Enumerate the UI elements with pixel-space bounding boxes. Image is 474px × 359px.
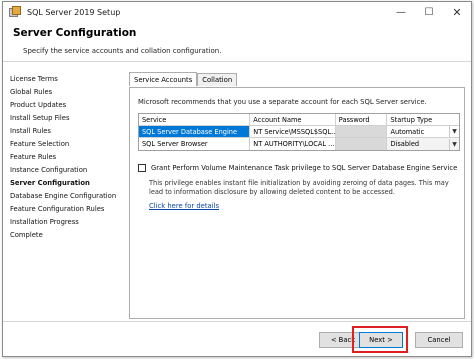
account-name-cell[interactable]: NT Service\MSSQL$SQL... <box>250 126 336 137</box>
service-accounts-grid: Service Account Name Password Startup Ty… <box>138 113 460 151</box>
nav-item-instance-configuration[interactable]: Instance Configuration <box>10 166 87 174</box>
close-button[interactable]: ✕ <box>443 2 471 22</box>
wizard-footer: < Back Next > Cancel <box>3 321 471 356</box>
setup-window: SQL Server 2019 Setup — ☐ ✕ Server Confi… <box>2 1 472 357</box>
nav-item-database-engine-configuration[interactable]: Database Engine Configuration <box>10 192 116 200</box>
nav-item-global-rules[interactable]: Global Rules <box>10 88 52 96</box>
column-header-password[interactable]: Password <box>335 114 388 125</box>
title-bar[interactable]: SQL Server 2019 Setup — ☐ ✕ <box>3 2 471 22</box>
grid-header-row: Service Account Name Password Startup Ty… <box>139 114 459 126</box>
page-title: Server Configuration <box>13 27 137 39</box>
minimize-button[interactable]: — <box>387 2 415 22</box>
maximize-button[interactable]: ☐ <box>415 2 443 22</box>
next-button[interactable]: Next > <box>359 332 403 348</box>
startup-type-value: Automatic <box>390 127 425 136</box>
column-header-account-name[interactable]: Account Name <box>250 114 336 125</box>
window-controls: — ☐ ✕ <box>387 2 471 22</box>
nav-item-product-updates[interactable]: Product Updates <box>10 101 66 109</box>
nav-item-complete[interactable]: Complete <box>10 231 43 239</box>
startup-type-dropdown[interactable]: Disabled ▼ <box>387 138 459 150</box>
details-link[interactable]: Click here for details <box>149 202 219 210</box>
startup-type-dropdown[interactable]: Automatic ▼ <box>387 126 459 137</box>
chevron-down-icon[interactable]: ▼ <box>449 126 459 137</box>
tab-collation[interactable]: Collation <box>197 73 238 86</box>
password-field[interactable] <box>335 138 388 150</box>
content-pane: Service Accounts Collation Microsoft rec… <box>125 63 469 321</box>
tab-strip: Service Accounts Collation <box>129 72 238 87</box>
nav-item-feature-configuration-rules[interactable]: Feature Configuration Rules <box>10 205 104 213</box>
tab-service-accounts[interactable]: Service Accounts <box>129 72 198 86</box>
grant-privilege-checkbox[interactable] <box>138 164 146 172</box>
service-name-cell[interactable]: SQL Server Database Engine <box>139 126 251 137</box>
service-name-cell[interactable]: SQL Server Browser <box>139 138 251 150</box>
nav-item-server-configuration[interactable]: Server Configuration <box>10 179 90 187</box>
table-row[interactable]: SQL Server Browser NT AUTHORITY\LOCAL ..… <box>139 138 459 150</box>
grant-privilege-label[interactable]: Grant Perform Volume Maintenance Task pr… <box>151 164 457 172</box>
nav-item-install-rules[interactable]: Install Rules <box>10 127 51 135</box>
service-accounts-panel: Microsoft recommends that you use a sepa… <box>129 87 465 319</box>
column-header-startup-type[interactable]: Startup Type <box>387 114 459 125</box>
page-header: Server Configuration Specify the service… <box>3 22 471 62</box>
privilege-description: This privilege enables instant file init… <box>149 179 449 196</box>
nav-item-install-setup-files[interactable]: Install Setup Files <box>10 114 69 122</box>
password-field[interactable] <box>335 126 388 137</box>
nav-item-feature-rules[interactable]: Feature Rules <box>10 153 56 161</box>
nav-item-license-terms[interactable]: License Terms <box>10 75 58 83</box>
recommendation-text: Microsoft recommends that you use a sepa… <box>138 98 427 106</box>
page-subtitle: Specify the service accounts and collati… <box>23 47 222 55</box>
account-name-cell[interactable]: NT AUTHORITY\LOCAL ... <box>250 138 336 150</box>
setup-steps-nav: License Terms Global Rules Product Updat… <box>3 63 123 321</box>
sql-setup-app-icon <box>9 6 21 18</box>
window-title: SQL Server 2019 Setup <box>27 7 121 17</box>
startup-type-value: Disabled <box>390 140 420 148</box>
column-header-service[interactable]: Service <box>139 114 251 125</box>
nav-item-feature-selection[interactable]: Feature Selection <box>10 140 69 148</box>
chevron-down-icon[interactable]: ▼ <box>449 138 459 150</box>
cancel-button[interactable]: Cancel <box>415 332 463 348</box>
nav-item-installation-progress[interactable]: Installation Progress <box>10 218 79 226</box>
grant-privilege-option[interactable]: Grant Perform Volume Maintenance Task pr… <box>138 164 457 172</box>
table-row[interactable]: SQL Server Database Engine NT Service\MS… <box>139 126 459 138</box>
